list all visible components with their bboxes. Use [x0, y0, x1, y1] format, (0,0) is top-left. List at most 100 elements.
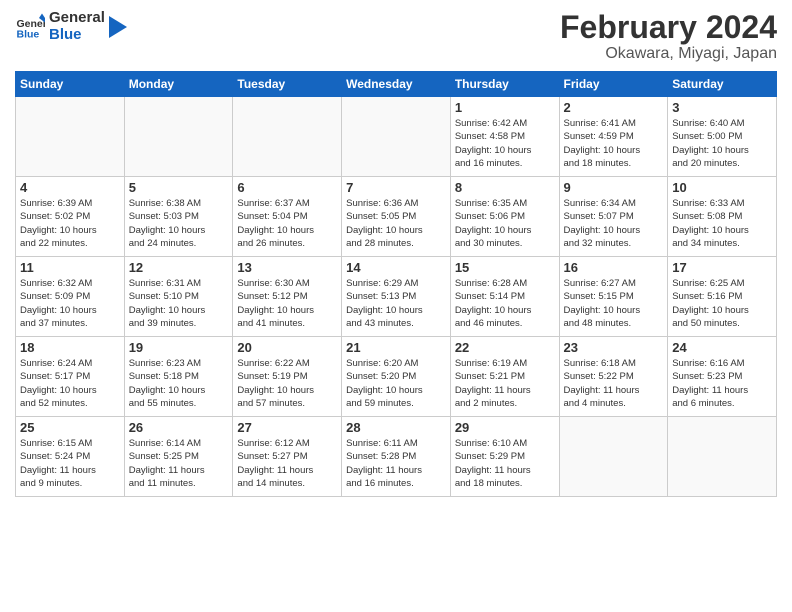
day-number: 1: [455, 100, 555, 115]
day-info: Sunrise: 6:24 AM Sunset: 5:17 PM Dayligh…: [20, 357, 120, 410]
logo-line2: Blue: [49, 27, 105, 44]
table-row: 28 Sunrise: 6:11 AM Sunset: 5:28 PM Dayli…: [342, 417, 451, 497]
day-info: Sunrise: 6:32 AM Sunset: 5:09 PM Dayligh…: [20, 277, 120, 330]
day-number: 9: [564, 180, 664, 195]
table-row: 24 Sunrise: 6:16 AM Sunset: 5:23 PM Dayli…: [668, 337, 777, 417]
header-tuesday: Tuesday: [233, 72, 342, 97]
logo: General Blue General Blue: [15, 10, 127, 43]
day-info: Sunrise: 6:11 AM Sunset: 5:28 PM Dayligh…: [346, 437, 446, 490]
day-number: 29: [455, 420, 555, 435]
table-row: 23 Sunrise: 6:18 AM Sunset: 5:22 PM Dayli…: [559, 337, 668, 417]
table-row: 15Sunrise: 6:28 AM Sunset: 5:14 PM Dayli…: [450, 257, 559, 337]
day-number: 12: [129, 260, 229, 275]
table-row: 27 Sunrise: 6:12 AM Sunset: 5:27 PM Dayli…: [233, 417, 342, 497]
weekday-header-row: Sunday Monday Tuesday Wednesday Thursday…: [16, 72, 777, 97]
day-number: 18: [20, 340, 120, 355]
day-number: 28: [346, 420, 446, 435]
header-thursday: Thursday: [450, 72, 559, 97]
calendar-week-5: 25 Sunrise: 6:15 AM Sunset: 5:24 PM Dayli…: [16, 417, 777, 497]
day-info: Sunrise: 6:23 AM Sunset: 5:18 PM Dayligh…: [129, 357, 229, 410]
table-row: 9 Sunrise: 6:34 AM Sunset: 5:07 PM Daylig…: [559, 177, 668, 257]
day-number: 23: [564, 340, 664, 355]
day-number: 24: [672, 340, 772, 355]
calendar-table: Sunday Monday Tuesday Wednesday Thursday…: [15, 71, 777, 497]
day-info: Sunrise: 6:14 AM Sunset: 5:25 PM Dayligh…: [129, 437, 229, 490]
header-wednesday: Wednesday: [342, 72, 451, 97]
day-info: Sunrise: 6:10 AM Sunset: 5:29 PM Dayligh…: [455, 437, 555, 490]
table-row: 21 Sunrise: 6:20 AM Sunset: 5:20 PM Dayli…: [342, 337, 451, 417]
table-row: 29 Sunrise: 6:10 AM Sunset: 5:29 PM Dayli…: [450, 417, 559, 497]
table-row: [124, 97, 233, 177]
table-row: 20Sunrise: 6:22 AM Sunset: 5:19 PM Dayli…: [233, 337, 342, 417]
day-number: 5: [129, 180, 229, 195]
day-info: Sunrise: 6:16 AM Sunset: 5:23 PM Dayligh…: [672, 357, 772, 410]
day-info: Sunrise: 6:38 AM Sunset: 5:03 PM Dayligh…: [129, 197, 229, 250]
table-row: 22 Sunrise: 6:19 AM Sunset: 5:21 PM Dayli…: [450, 337, 559, 417]
day-info: Sunrise: 6:42 AM Sunset: 4:58 PM Dayligh…: [455, 117, 555, 170]
day-number: 25: [20, 420, 120, 435]
day-number: 21: [346, 340, 446, 355]
table-row: 25 Sunrise: 6:15 AM Sunset: 5:24 PM Dayli…: [16, 417, 125, 497]
table-row: 7 Sunrise: 6:36 AM Sunset: 5:05 PM Daylig…: [342, 177, 451, 257]
day-number: 2: [564, 100, 664, 115]
table-row: 8Sunrise: 6:35 AM Sunset: 5:06 PM Daylig…: [450, 177, 559, 257]
table-row: 12 Sunrise: 6:31 AM Sunset: 5:10 PM Dayli…: [124, 257, 233, 337]
header-friday: Friday: [559, 72, 668, 97]
table-row: 4 Sunrise: 6:39 AM Sunset: 5:02 PM Daylig…: [16, 177, 125, 257]
day-info: Sunrise: 6:18 AM Sunset: 5:22 PM Dayligh…: [564, 357, 664, 410]
table-row: [559, 417, 668, 497]
table-row: 19 Sunrise: 6:23 AM Sunset: 5:18 PM Dayli…: [124, 337, 233, 417]
day-info: Sunrise: 6:34 AM Sunset: 5:07 PM Dayligh…: [564, 197, 664, 250]
day-number: 15: [455, 260, 555, 275]
table-row: 1 Sunrise: 6:42 AM Sunset: 4:58 PM Daylig…: [450, 97, 559, 177]
day-info: Sunrise: 6:19 AM Sunset: 5:21 PM Dayligh…: [455, 357, 555, 410]
table-row: [16, 97, 125, 177]
table-row: 13Sunrise: 6:30 AM Sunset: 5:12 PM Dayli…: [233, 257, 342, 337]
page-container: General Blue General Blue February 2024 …: [0, 0, 792, 612]
day-info: Sunrise: 6:15 AM Sunset: 5:24 PM Dayligh…: [20, 437, 120, 490]
day-info: Sunrise: 6:27 AM Sunset: 5:15 PM Dayligh…: [564, 277, 664, 330]
header-monday: Monday: [124, 72, 233, 97]
header-saturday: Saturday: [668, 72, 777, 97]
table-row: [668, 417, 777, 497]
day-number: 20: [237, 340, 337, 355]
table-row: 6 Sunrise: 6:37 AM Sunset: 5:04 PM Daylig…: [233, 177, 342, 257]
day-number: 3: [672, 100, 772, 115]
table-row: 14Sunrise: 6:29 AM Sunset: 5:13 PM Dayli…: [342, 257, 451, 337]
day-number: 19: [129, 340, 229, 355]
day-info: Sunrise: 6:40 AM Sunset: 5:00 PM Dayligh…: [672, 117, 772, 170]
day-info: Sunrise: 6:37 AM Sunset: 5:04 PM Dayligh…: [237, 197, 337, 250]
logo-line1: General: [49, 10, 105, 27]
table-row: 5 Sunrise: 6:38 AM Sunset: 5:03 PM Daylig…: [124, 177, 233, 257]
day-number: 4: [20, 180, 120, 195]
day-info: Sunrise: 6:33 AM Sunset: 5:08 PM Dayligh…: [672, 197, 772, 250]
day-info: Sunrise: 6:36 AM Sunset: 5:05 PM Dayligh…: [346, 197, 446, 250]
day-info: Sunrise: 6:39 AM Sunset: 5:02 PM Dayligh…: [20, 197, 120, 250]
day-info: Sunrise: 6:31 AM Sunset: 5:10 PM Dayligh…: [129, 277, 229, 330]
day-number: 13: [237, 260, 337, 275]
day-info: Sunrise: 6:41 AM Sunset: 4:59 PM Dayligh…: [564, 117, 664, 170]
day-number: 7: [346, 180, 446, 195]
calendar-week-4: 18 Sunrise: 6:24 AM Sunset: 5:17 PM Dayli…: [16, 337, 777, 417]
day-info: Sunrise: 6:12 AM Sunset: 5:27 PM Dayligh…: [237, 437, 337, 490]
day-number: 22: [455, 340, 555, 355]
day-info: Sunrise: 6:29 AM Sunset: 5:13 PM Dayligh…: [346, 277, 446, 330]
calendar-week-1: 1 Sunrise: 6:42 AM Sunset: 4:58 PM Daylig…: [16, 97, 777, 177]
day-number: 6: [237, 180, 337, 195]
header: General Blue General Blue February 2024 …: [15, 10, 777, 63]
table-row: 11 Sunrise: 6:32 AM Sunset: 5:09 PM Dayli…: [16, 257, 125, 337]
title-section: February 2024 Okawara, Miyagi, Japan: [560, 10, 777, 63]
table-row: 2 Sunrise: 6:41 AM Sunset: 4:59 PM Daylig…: [559, 97, 668, 177]
day-number: 27: [237, 420, 337, 435]
table-row: 18 Sunrise: 6:24 AM Sunset: 5:17 PM Dayli…: [16, 337, 125, 417]
calendar-week-2: 4 Sunrise: 6:39 AM Sunset: 5:02 PM Daylig…: [16, 177, 777, 257]
day-number: 16: [564, 260, 664, 275]
table-row: 16 Sunrise: 6:27 AM Sunset: 5:15 PM Dayli…: [559, 257, 668, 337]
calendar-week-3: 11 Sunrise: 6:32 AM Sunset: 5:09 PM Dayli…: [16, 257, 777, 337]
day-info: Sunrise: 6:20 AM Sunset: 5:20 PM Dayligh…: [346, 357, 446, 410]
logo-arrow-icon: [109, 16, 127, 38]
day-number: 10: [672, 180, 772, 195]
calendar-title: February 2024: [560, 10, 777, 45]
day-number: 11: [20, 260, 120, 275]
logo-icon: General Blue: [15, 12, 45, 42]
